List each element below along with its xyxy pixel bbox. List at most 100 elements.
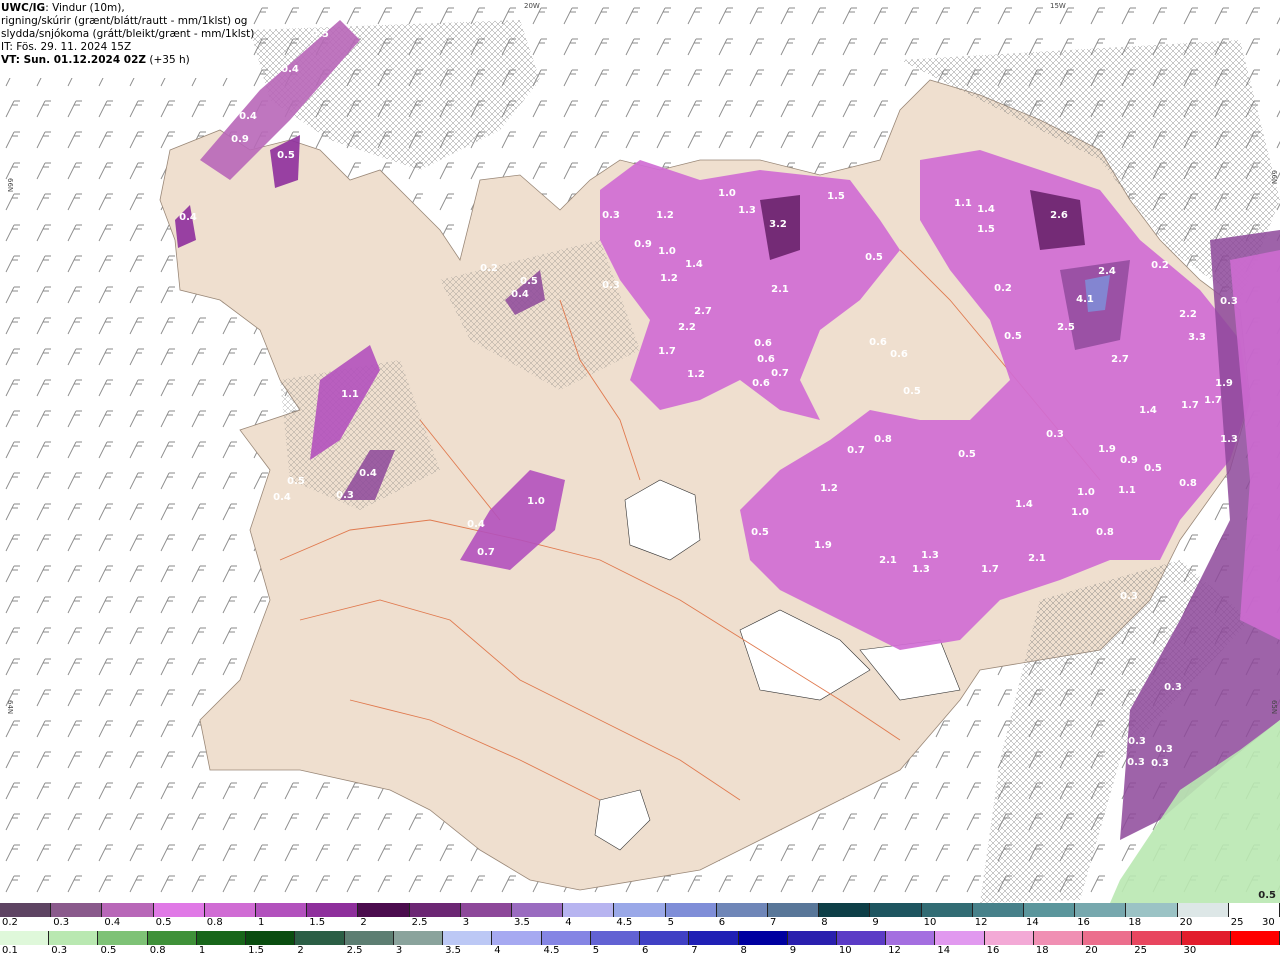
legend-tick-label: 3.5 — [514, 917, 530, 928]
legend-swatch — [836, 931, 887, 945]
legend-swatch — [0, 903, 52, 917]
legend-tick-label: 2 — [360, 917, 367, 928]
precip-value-label: 2.7 — [694, 306, 712, 317]
precip-value-label: 2.6 — [1050, 210, 1068, 221]
precip-value-label: 0.3 — [336, 490, 354, 501]
map-title-box: UWC/IG: Vindur (10m), rigning/skúrir (gr… — [0, 0, 255, 78]
legend-tick-label: 1.5 — [248, 945, 265, 956]
legend-swatch — [563, 903, 615, 917]
init-time: IT: Fös. 29. 11. 2024 15Z — [1, 41, 132, 53]
legend-tick-label: 8 — [821, 917, 828, 928]
legend-tick-label: 20 — [1179, 917, 1193, 928]
lon-label: 15W — [1050, 2, 1066, 10]
precip-value-label: 1.1 — [954, 198, 972, 209]
precip-value-label: 1.9 — [1098, 444, 1116, 455]
legend-swatch — [1228, 903, 1280, 917]
legend-tick-label: 9 — [789, 945, 797, 956]
legend-swatch — [787, 931, 837, 945]
legend-tick-label: 0.5 — [155, 917, 172, 928]
valid-time: VT: Sun. 01.12.2024 02Z — [1, 54, 147, 66]
precip-value-label: 1.1 — [341, 389, 359, 400]
precip-value-label: 1.3 — [1220, 434, 1238, 445]
precip-value-label: 0.2 — [994, 283, 1012, 294]
legend-swatch — [443, 931, 493, 945]
legend-swatch — [307, 903, 359, 917]
precip-value-label: 0.5 — [1144, 463, 1162, 474]
precip-value-label: 0.4 — [179, 212, 197, 223]
legend-tick-label: 25 — [1230, 917, 1244, 928]
precip-value-label: 0.6 — [757, 354, 775, 365]
precip-value-label: 0.3 — [1151, 758, 1169, 769]
legend-swatch — [147, 931, 197, 945]
legend-swatch — [295, 931, 345, 945]
precip-value-label: 1.3 — [738, 205, 756, 216]
precip-value-label: 0.7 — [477, 547, 495, 558]
legend-rain-colorbar — [0, 903, 1280, 917]
legend-swatch — [716, 903, 769, 917]
legend-tick-label: 0.3 — [51, 945, 68, 956]
legend-tick-label: 10 — [923, 917, 937, 928]
precip-value-label: 3.3 — [1188, 332, 1206, 343]
legend-tick-label: 14 — [937, 945, 951, 956]
legend-swatch — [1177, 903, 1229, 917]
legend-tick-label: 0.2 — [2, 917, 18, 928]
legend-tick-label: 1.5 — [309, 917, 326, 928]
legend-tick-label: 4 — [494, 945, 501, 956]
legend-tick-label: 1 — [198, 945, 206, 956]
legend-rain-ticks: 0.2 0.3 0.4 0.5 0.8 1 1.5 2 2.5 3 3.5 4 4.5 5 6 7 8 9 10 12… — [0, 917, 1280, 931]
legend-tick-label: 1 — [258, 917, 265, 928]
precip-value-label: 1.4 — [685, 259, 703, 270]
precip-value-label: 0.7 — [847, 445, 865, 456]
precip-value-label: 0.8 — [874, 434, 892, 445]
precip-value-label: 0.6 — [754, 338, 772, 349]
precip-value-label: 0.9 — [634, 239, 652, 250]
legend-tick-label: 0.1 — [2, 945, 18, 956]
precip-value-label: 1.7 — [658, 346, 676, 357]
legend-tick-label: 18 — [1128, 917, 1142, 928]
precip-value-label: 1.9 — [814, 540, 832, 551]
legend-swatch — [358, 903, 410, 917]
legend-tick-label: 6 — [642, 945, 649, 956]
legend-tick-label: 5 — [592, 945, 600, 956]
legend-swatch — [196, 931, 247, 945]
precip-value-label: 0.7 — [771, 368, 789, 379]
legend-tick-label: 0.5 — [100, 945, 117, 956]
title-line-3: slydda/snjókoma (grátt/bleikt/grænt - mm… — [1, 28, 255, 40]
legend-swatch — [344, 931, 394, 945]
legend-swatch — [935, 931, 985, 945]
legend-tick-label: 30 — [1183, 945, 1197, 956]
legend-tick-label: 4.5 — [616, 917, 633, 928]
precip-value-label: 1.7 — [1181, 400, 1199, 411]
precip-value-label: 1.7 — [981, 564, 999, 575]
legend-tick-label: 4.5 — [543, 945, 560, 956]
legend-tick-label: 10 — [838, 945, 852, 956]
legend-swatch — [204, 903, 257, 917]
legend-swatch — [1083, 931, 1133, 945]
precip-value-label: 1.3 — [921, 550, 939, 561]
legend-swatch — [1033, 931, 1084, 945]
precip-value-label: 0.3 — [1127, 757, 1145, 768]
precip-value-label: 0.5 — [520, 276, 538, 287]
corner-value: 0.5 — [1258, 890, 1276, 901]
legend-swatch — [590, 931, 641, 945]
legend-tick-label: 12 — [974, 917, 988, 928]
legend-swatch — [1075, 903, 1127, 917]
precip-value-label: 0.5 — [903, 386, 921, 397]
lat-label: 64N — [6, 700, 14, 714]
precip-value-label: 0.9 — [231, 134, 249, 145]
legend-tick-label: 2.5 — [346, 945, 363, 956]
precip-value-label: 2.1 — [879, 555, 897, 566]
precip-value-label: 1.0 — [527, 496, 545, 507]
lat-label: 66N — [6, 178, 14, 192]
lat-label: 65N — [1270, 700, 1278, 714]
legend-snow-ticks: 0.1 0.3 0.5 0.8 1 1.5 2 2.5 3 3.5 4 4.5 5 6 7 8 9 10 12 14 1… — [0, 945, 1280, 959]
precip-value-label: 1.0 — [1071, 507, 1089, 518]
legend-tick-label: 16 — [986, 945, 1000, 956]
precip-value-label: 2.2 — [1179, 309, 1197, 320]
legend-snow-colorbar — [0, 931, 1280, 945]
weather-map: 20W 15W 66N 64N 66N 65N 0.5 0.4 0.4 0.9 0.5 0… — [0, 0, 1280, 903]
precip-value-label: 0.9 — [1120, 455, 1138, 466]
precip-value-label: 0.4 — [273, 492, 291, 503]
precip-value-label: 0.3 — [602, 280, 620, 291]
legend-swatch — [689, 931, 739, 945]
